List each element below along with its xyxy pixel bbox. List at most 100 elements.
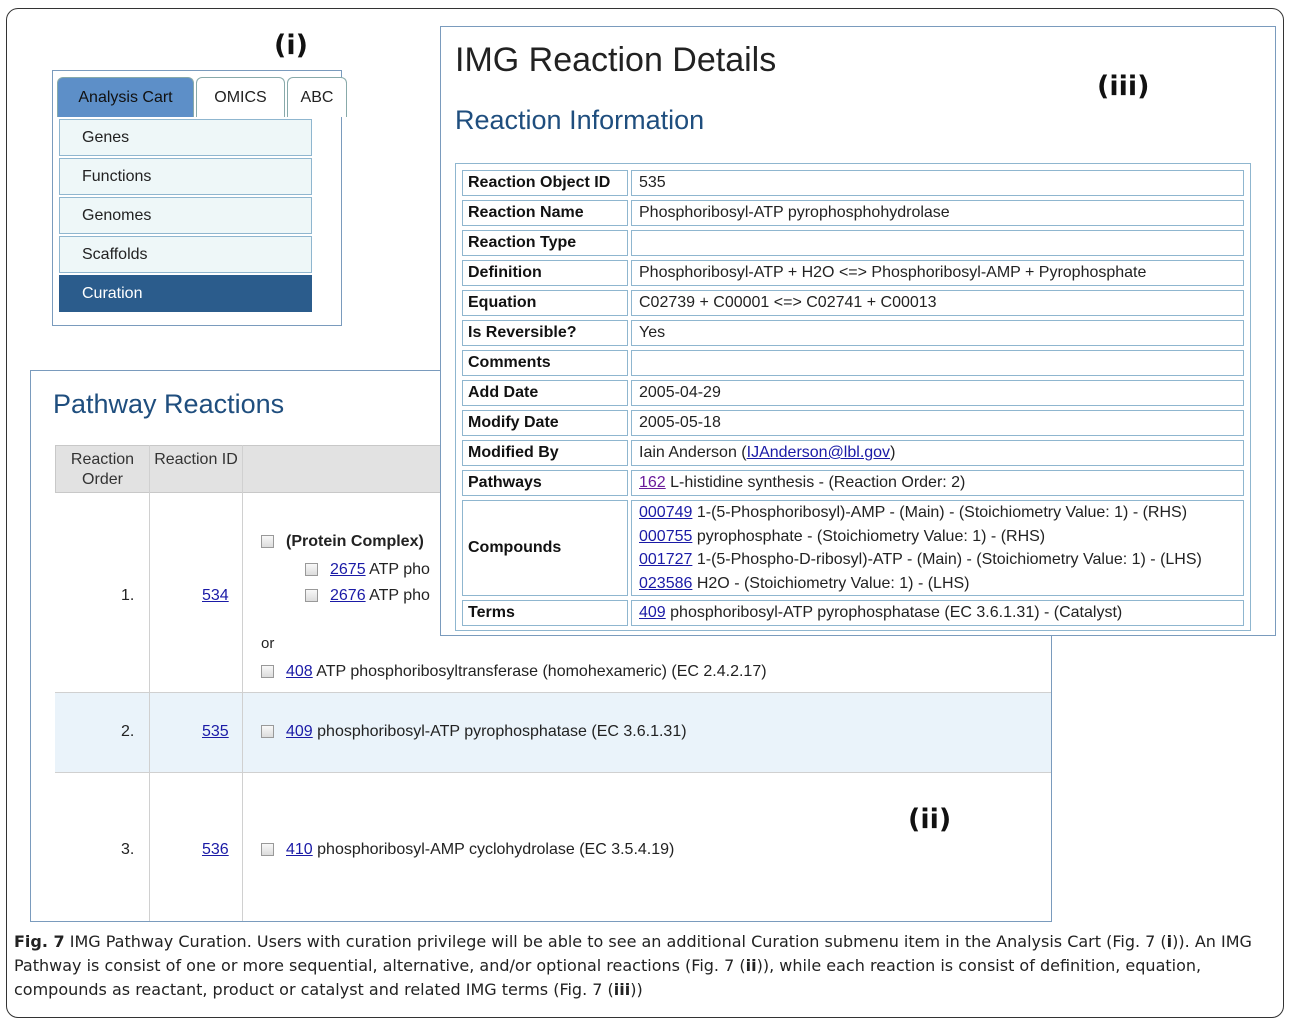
header-reaction-order[interactable]: Reaction Order: [55, 445, 150, 493]
column-divider: [242, 445, 243, 921]
details-title: IMG Reaction Details: [455, 41, 777, 79]
analysis-cart-menu: Analysis Cart OMICS ABC Genes Functions …: [52, 70, 347, 326]
table-row: 2. 535 409 phosphoribosyl-ATP pyrophosph…: [55, 693, 1051, 773]
reaction-details-panel: IMG Reaction Details (iii) Reaction Info…: [440, 26, 1276, 636]
modified-by-suffix: ): [890, 444, 896, 461]
reaction-order: 1.: [121, 587, 135, 604]
info-key: Modified By: [462, 440, 628, 466]
menu-item-curation[interactable]: Curation: [59, 275, 312, 312]
compound-line: 000755 pyrophosphate - (Stoichiometry Va…: [639, 525, 1243, 549]
checkbox[interactable]: [261, 665, 274, 679]
compound-link[interactable]: 023586: [639, 575, 692, 592]
reaction-info-table: Reaction Object ID 535 Reaction Name Pho…: [455, 163, 1251, 631]
term-text: ATP pho: [369, 587, 430, 604]
info-value: 2005-04-29: [631, 380, 1244, 406]
modified-by-name: Iain Anderson (: [639, 444, 747, 461]
info-key: Modify Date: [462, 410, 628, 436]
info-key: Pathways: [462, 470, 628, 496]
term-text: ATP phosphoribosyltransferase (homohexam…: [316, 663, 767, 680]
info-row: Add Date 2005-04-29: [462, 380, 1244, 406]
checkbox[interactable]: [261, 535, 274, 549]
figure-label: Fig. 7: [14, 932, 65, 951]
compound-link[interactable]: 000755: [639, 528, 692, 545]
info-row: Modify Date 2005-05-18: [462, 410, 1244, 436]
menu-item-genomes[interactable]: Genomes: [59, 197, 312, 234]
panel-label-ii: (ii): [908, 804, 952, 835]
term-line: 409 phosphoribosyl-ATP pyrophosphatase (…: [261, 723, 687, 741]
term-link[interactable]: 2675: [330, 561, 366, 578]
info-value: 2005-05-18: [631, 410, 1244, 436]
menu-item-functions[interactable]: Functions: [59, 158, 312, 195]
term-link[interactable]: 409: [286, 723, 313, 740]
compound-line: 000749 1-(5-Phosphoribosyl)-AMP - (Main)…: [639, 501, 1243, 525]
info-key: Reaction Type: [462, 230, 628, 256]
info-key: Reaction Object ID: [462, 170, 628, 196]
figure-caption: Fig. 7 IMG Pathway Curation. Users with …: [14, 930, 1276, 1002]
term-text: phosphoribosyl-ATP pyrophosphatase (EC 3…: [317, 723, 687, 740]
info-row: Comments: [462, 350, 1244, 376]
compound-text: H2O - (Stoichiometry Value: 1) - (LHS): [696, 574, 970, 592]
info-value: 409 phosphoribosyl-ATP pyrophosphatase (…: [631, 600, 1244, 626]
reaction-id-link[interactable]: 534: [202, 587, 229, 605]
info-row: Terms 409 phosphoribosyl-ATP pyrophospha…: [462, 600, 1244, 626]
info-row: Is Reversible? Yes: [462, 320, 1244, 346]
info-key: Add Date: [462, 380, 628, 406]
caption-text: IMG Pathway Curation. Users with curatio…: [64, 932, 1167, 951]
column-divider: [149, 445, 150, 921]
term-text: phosphoribosyl-ATP pyrophosphatase (EC 3…: [670, 604, 1123, 621]
compound-text: pyrophosphate - (Stoichiometry Value: 1)…: [696, 527, 1046, 545]
info-row: Reaction Name Phosphoribosyl-ATP pyropho…: [462, 200, 1244, 226]
info-row: Reaction Type: [462, 230, 1244, 256]
pathway-title: Pathway Reactions: [53, 389, 285, 419]
info-value: [631, 230, 1244, 256]
reaction-order: 3.: [121, 841, 135, 858]
pathway-link[interactable]: 162: [639, 474, 666, 491]
compound-link[interactable]: 000749: [639, 504, 692, 521]
panel-label-i: (i): [274, 30, 308, 61]
info-value: Iain Anderson (IJAnderson@lbl.gov): [631, 440, 1244, 466]
menu-item-genes[interactable]: Genes: [59, 119, 312, 156]
compound-link[interactable]: 001727: [639, 551, 692, 568]
info-row: Pathways 162 L-histidine synthesis - (Re…: [462, 470, 1244, 496]
info-key: Compounds: [462, 500, 628, 596]
checkbox[interactable]: [305, 563, 318, 577]
or-separator: or: [261, 635, 275, 652]
reaction-id-link[interactable]: 535: [202, 723, 229, 741]
info-key: Equation: [462, 290, 628, 316]
term-link[interactable]: 410: [286, 841, 313, 858]
info-row: Reaction Object ID 535: [462, 170, 1244, 196]
info-value: [631, 350, 1244, 376]
info-key: Reaction Name: [462, 200, 628, 226]
term-link[interactable]: 2676: [330, 587, 366, 604]
term-link[interactable]: 409: [639, 604, 666, 621]
protein-complex-line: (Protein Complex): [261, 533, 424, 551]
info-key: Is Reversible?: [462, 320, 628, 346]
checkbox[interactable]: [305, 589, 318, 603]
info-value: Phosphoribosyl-ATP pyrophosphohydrolase: [631, 200, 1244, 226]
compound-text: 1-(5-Phosphoribosyl)-AMP - (Main) - (Sto…: [696, 504, 1188, 521]
panel-label-iii: (iii): [1097, 71, 1150, 102]
info-value: 162 L-histidine synthesis - (Reaction Or…: [631, 470, 1244, 496]
tab-abc[interactable]: ABC: [287, 77, 347, 117]
caption-ref: iii: [613, 980, 631, 999]
menu-item-list: Genes Functions Genomes Scaffolds Curati…: [59, 119, 312, 314]
info-row: Compounds 000749 1-(5-Phosphoribosyl)-AM…: [462, 500, 1244, 596]
menu-item-scaffolds[interactable]: Scaffolds: [59, 236, 312, 273]
tab-omics[interactable]: OMICS: [196, 77, 285, 117]
compound-line: 023586 H2O - (Stoichiometry Value: 1) - …: [639, 572, 1243, 596]
checkbox[interactable]: [261, 843, 274, 857]
complex-item-line: 2676 ATP pho: [305, 587, 430, 605]
info-row: Modified By Iain Anderson (IJAnderson@lb…: [462, 440, 1244, 466]
tab-analysis-cart[interactable]: Analysis Cart: [57, 77, 194, 117]
checkbox[interactable]: [261, 725, 274, 739]
info-key: Definition: [462, 260, 628, 286]
reaction-id-link[interactable]: 536: [202, 841, 229, 859]
compound-line: 001727 1-(5-Phospho-D-ribosyl)-ATP - (Ma…: [639, 548, 1243, 572]
email-link[interactable]: IJAnderson@lbl.gov: [747, 444, 890, 461]
header-reaction-id[interactable]: Reaction ID: [149, 445, 243, 493]
compound-text: 1-(5-Phospho-D-ribosyl)-ATP - (Main) - (…: [696, 551, 1202, 568]
alt-term-line: 408 ATP phosphoribosyltransferase (homoh…: [261, 663, 767, 681]
info-key: Comments: [462, 350, 628, 376]
term-link[interactable]: 408: [286, 663, 313, 680]
info-value: 000749 1-(5-Phosphoribosyl)-AMP - (Main)…: [631, 500, 1244, 596]
